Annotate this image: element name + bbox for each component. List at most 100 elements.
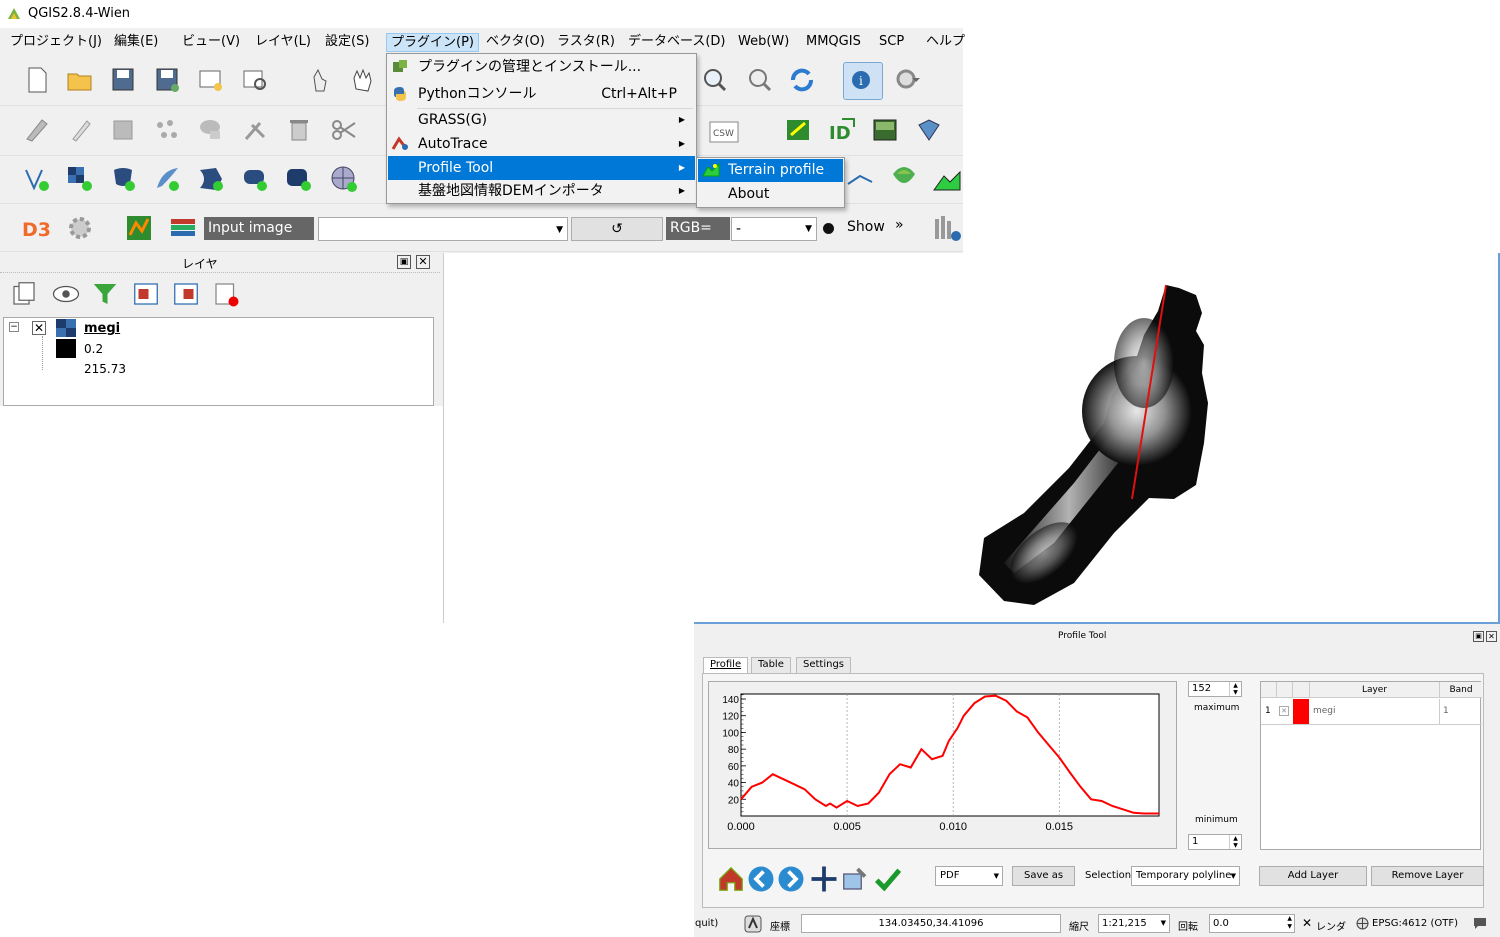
terrain-profile-toolbar-icon[interactable]: [932, 166, 962, 196]
menu-settings[interactable]: 設定(S): [321, 33, 373, 52]
export-format-combo[interactable]: PDF ▼: [935, 866, 1003, 886]
add-wcs-layer-icon[interactable]: [329, 164, 359, 194]
menu-raster[interactable]: ラスタ(R): [553, 33, 619, 52]
scp-dock-icon[interactable]: [914, 115, 944, 145]
refresh-icon[interactable]: [787, 65, 817, 95]
menu-help[interactable]: ヘルプ: [922, 33, 969, 52]
coordinate-field[interactable]: 134.03450,34.41096: [801, 914, 1061, 933]
toolbar-overflow-icon[interactable]: »: [895, 217, 904, 233]
add-mssql-layer-icon[interactable]: [196, 164, 226, 194]
selection-combo[interactable]: Temporary polyline ▼: [1131, 866, 1240, 886]
select-settings-icon[interactable]: [892, 65, 922, 95]
profile-chart[interactable]: 0.000 0.005 0.010 0.015 20 40 60 80 100 120 140: [709, 682, 1178, 850]
messages-icon[interactable]: [1472, 916, 1488, 930]
apply-icon[interactable]: [873, 864, 902, 892]
min-spinbox[interactable]: 1 ▲ ▼: [1188, 834, 1242, 850]
node-tool-icon[interactable]: [240, 115, 270, 145]
delete-selected-icon[interactable]: [284, 115, 314, 145]
menu-database[interactable]: データベース(D): [624, 33, 730, 52]
zoom-chart-icon[interactable]: [840, 864, 867, 890]
band-column-header[interactable]: Band: [1439, 682, 1482, 698]
toggle-edit-icon[interactable]: [65, 115, 95, 145]
coordinate-toggle-icon[interactable]: [744, 915, 762, 933]
new-project-icon[interactable]: [22, 65, 52, 95]
close-dock-icon[interactable]: ✕: [1486, 631, 1497, 642]
collapse-all-icon[interactable]: [171, 279, 198, 305]
measure-line-icon[interactable]: [845, 164, 875, 194]
add-postgis-layer-icon[interactable]: [108, 164, 138, 194]
menu-plugins[interactable]: プラグイン(P): [386, 33, 479, 52]
add-spatialite-layer-icon[interactable]: [152, 164, 182, 194]
menu-terrain-profile[interactable]: Terrain profile: [698, 159, 843, 182]
menu-grass[interactable]: GRASS(G) ▶: [388, 108, 695, 132]
identify-icon[interactable]: i: [843, 62, 883, 100]
open-project-icon[interactable]: [65, 65, 95, 95]
remove-layer-button[interactable]: Remove Layer: [1371, 866, 1484, 886]
add-feature-icon[interactable]: [152, 115, 182, 145]
render-checkbox[interactable]: ✕: [1302, 916, 1312, 930]
layer-column-header[interactable]: Layer: [1309, 682, 1439, 698]
rotation-spinbox[interactable]: 0.0 ▲ ▼: [1209, 914, 1295, 933]
add-wms-layer-icon[interactable]: [284, 164, 314, 194]
cut-features-icon[interactable]: [329, 115, 359, 145]
expand-all-icon[interactable]: [131, 279, 158, 305]
collapse-icon[interactable]: −: [9, 322, 19, 332]
show-radio[interactable]: [823, 223, 834, 234]
layer-visibility-checkbox[interactable]: ✕: [32, 321, 46, 335]
menu-autotrace[interactable]: AutoTrace ▶: [388, 132, 695, 156]
menu-python-console[interactable]: Pythonコンソール Ctrl+Alt+P: [388, 82, 695, 106]
close-panel-icon[interactable]: ✕: [416, 255, 430, 269]
pan-icon[interactable]: [347, 65, 377, 95]
forward-icon[interactable]: [776, 864, 804, 892]
menu-about[interactable]: About: [698, 183, 843, 206]
refresh-image-list-button[interactable]: ↺: [571, 217, 663, 241]
menu-edit[interactable]: 編集(E): [110, 33, 162, 52]
crs-globe-icon[interactable]: [1356, 917, 1369, 930]
move-feature-icon[interactable]: [196, 115, 226, 145]
max-spinbox[interactable]: 152 ▲ ▼: [1188, 681, 1242, 697]
menu-scp[interactable]: SCP: [875, 33, 908, 52]
globe-plugin-icon[interactable]: [889, 162, 919, 192]
add-raster-layer-icon[interactable]: [65, 164, 95, 194]
scp-input-image-icon[interactable]: [168, 213, 198, 243]
row-visibility-checkbox[interactable]: ✕: [1279, 706, 1289, 716]
composer-manager-icon[interactable]: [240, 65, 270, 95]
d3-plugin-icon[interactable]: D3: [20, 213, 51, 243]
remove-layer-icon[interactable]: [211, 279, 239, 307]
manage-visibility-icon[interactable]: [51, 279, 80, 303]
scp-tool-icon[interactable]: [933, 213, 963, 243]
scp-settings-icon[interactable]: [65, 213, 95, 243]
current-edits-icon[interactable]: [22, 115, 52, 145]
zoom-layer-icon[interactable]: [699, 65, 729, 95]
csw-icon[interactable]: CSW: [709, 117, 739, 143]
save-edits-icon[interactable]: [108, 115, 138, 145]
input-image-combo[interactable]: ▼: [318, 217, 568, 241]
scp-band-set-icon[interactable]: [124, 213, 154, 243]
menu-project[interactable]: プロジェクト(J): [6, 33, 106, 52]
scp-preview-icon[interactable]: [870, 115, 900, 145]
menu-vector[interactable]: ベクタ(O): [482, 33, 549, 52]
menu-layer[interactable]: レイヤ(L): [251, 33, 315, 52]
row-color-swatch[interactable]: [1293, 699, 1309, 724]
crs-label[interactable]: EPSG:4612 (OTF): [1372, 918, 1458, 929]
menu-web[interactable]: Web(W): [734, 33, 793, 52]
float-dock-icon[interactable]: ▣: [1473, 631, 1484, 642]
map-canvas[interactable]: [443, 253, 1500, 623]
save-as-button[interactable]: Save as: [1012, 866, 1075, 886]
scp-id-icon[interactable]: ID: [826, 115, 856, 145]
rgb-combo[interactable]: - ▼: [731, 217, 817, 241]
save-as-icon[interactable]: [152, 65, 182, 95]
new-vector-layer-icon[interactable]: [22, 164, 52, 194]
tab-settings[interactable]: Settings: [796, 657, 852, 673]
back-icon[interactable]: [746, 864, 774, 892]
tab-table[interactable]: Table: [751, 657, 791, 673]
menu-dem-importer[interactable]: 基盤地図情報DEMインポータ ▶: [388, 179, 695, 203]
add-layer-button[interactable]: Add Layer: [1259, 866, 1367, 886]
menu-manage-plugins[interactable]: プラグインの管理とインストール...: [388, 55, 695, 79]
pan-chart-icon[interactable]: [809, 864, 837, 892]
table-row[interactable]: 1 ✕ megi 1: [1261, 699, 1482, 725]
tab-profile[interactable]: Profile: [703, 657, 749, 674]
menu-profile-tool[interactable]: Profile Tool ▶: [388, 156, 695, 180]
menu-mmqgis[interactable]: MMQGIS: [802, 33, 865, 52]
filter-legend-icon[interactable]: [90, 279, 117, 304]
